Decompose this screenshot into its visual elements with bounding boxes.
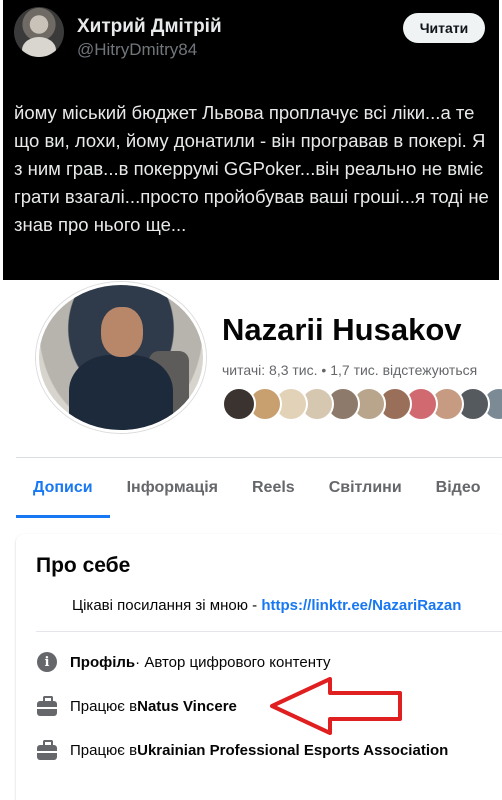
profile-stats: читачі: 8,3 тис. • 1,7 тис. відстежуютьс… [222,362,477,378]
about-card: Про себе Цікаві посилання зі мною - http… [16,534,502,800]
links-prefix: Цікаві посилання зі мною - [72,597,262,614]
briefcase-icon [36,739,58,761]
info-icon: i [36,651,58,673]
profile-category-value: · Автор цифрового контенту [135,653,331,671]
tab-about[interactable]: Інформація [110,458,235,518]
red-arrow-annotation [270,677,402,735]
avatar-head [101,307,143,357]
work-prefix-1: Працює в [70,697,138,715]
profile-avatar[interactable] [36,282,206,433]
work-row-2: Працює в Ukrainian Professional Esports … [36,738,448,762]
work-prefix-2: Працює в [70,741,138,759]
work-row-1: Працює в Natus Vincere [36,694,237,718]
profile-tabs: Дописи Інформація Reels Світлини Відео [16,458,497,518]
tab-reels[interactable]: Reels [235,458,312,518]
tweet-text: йому міський бюджет Львова проплачує всі… [14,102,489,235]
profile-category-label: Профіль [70,653,136,671]
tweet-panel: Хитрий Дмітрій @HitryDmitry84 Читати йом… [3,0,499,280]
linktree-link[interactable]: https://linktr.ee/NazariRazan [261,597,461,614]
friend-avatar[interactable] [222,387,256,421]
followers-label: читачі: [222,362,266,378]
about-links: Цікаві посилання зі мною - https://linkt… [72,597,461,614]
work-employer-2[interactable]: Ukrainian Professional Esports Associati… [137,742,448,759]
tweet-author-handle[interactable]: @HitryDmitry84 [77,40,197,60]
about-title: Про себе [36,554,131,577]
about-separator [36,631,502,632]
followers-count[interactable]: 8,3 тис. [269,362,317,378]
tab-photos[interactable]: Світлини [312,458,419,518]
following-count[interactable]: 1,7 тис. [330,362,378,378]
briefcase-icon [36,695,58,717]
tab-posts[interactable]: Дописи [16,458,110,518]
avatar-body [69,355,173,430]
tweet-author-avatar[interactable] [14,7,64,57]
tab-videos[interactable]: Відео [419,458,498,518]
facebook-profile: Nazarii Husakov читачі: 8,3 тис. • 1,7 т… [0,280,502,800]
arrow-shape [270,677,402,735]
stats-separator: • [321,362,327,378]
work-employer-1[interactable]: Natus Vincere [137,698,237,715]
friend-avatars[interactable] [222,387,502,421]
follow-button[interactable]: Читати [403,13,485,43]
profile-category-row: i Профіль · Автор цифрового контенту [36,650,331,674]
following-label: відстежуються [382,362,478,378]
tweet-author-name[interactable]: Хитрий Дмітрій [77,16,222,38]
profile-name[interactable]: Nazarii Husakov [222,312,462,348]
